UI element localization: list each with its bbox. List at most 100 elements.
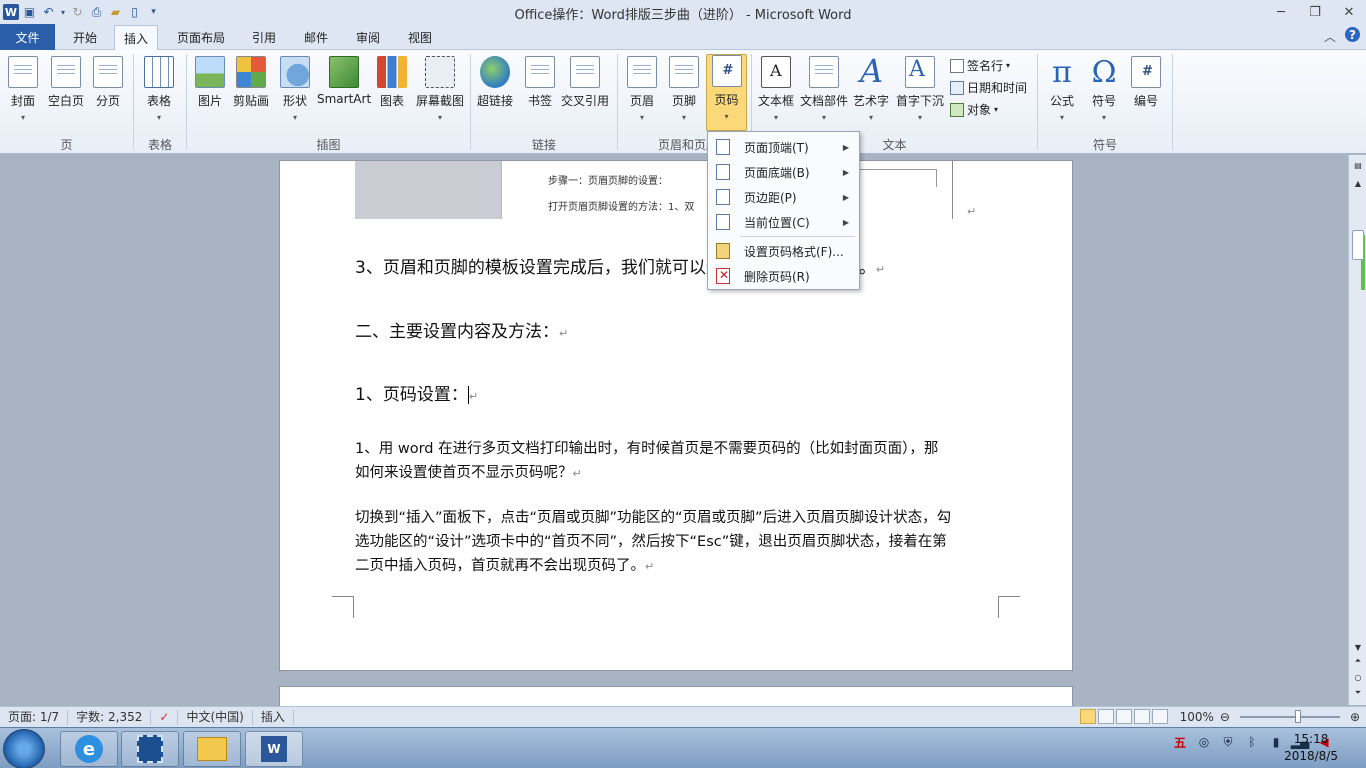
vertical-scrollbar[interactable]: ▤ ▲ ▼ ⏶ ○ ⏷	[1348, 155, 1366, 705]
save-icon[interactable]: ▣	[21, 4, 38, 21]
tab-review[interactable]: 审阅	[346, 25, 390, 50]
customize-qat-icon[interactable]: ▾	[145, 4, 162, 21]
menu-item-top-of-page[interactable]: 页面顶端(T) ▶	[710, 135, 857, 159]
spelling-check-icon[interactable]: ✓	[151, 709, 179, 725]
tab-references[interactable]: 引用	[242, 25, 286, 50]
tab-file[interactable]: 文件	[0, 24, 55, 50]
status-language[interactable]: 中文(中国)	[178, 709, 253, 725]
embedded-text-method: 打开页眉页脚设置的方法：1、双	[548, 202, 695, 213]
zoom-level[interactable]: 100%	[1180, 710, 1214, 724]
undo-icon[interactable]: ↶	[40, 4, 57, 21]
paragraph-instructions[interactable]: 切换到“插入”面板下，点击“页眉或页脚”功能区的“页眉或页脚”后进入页眉页脚设计…	[355, 506, 951, 579]
draft-view-icon[interactable]	[1151, 709, 1168, 724]
system-clock[interactable]: 15:18 2018/8/5	[1284, 731, 1338, 765]
undo-dropdown-icon[interactable]: ▾	[59, 4, 67, 21]
signature-line-button[interactable]: 签名行 ▾	[950, 57, 1010, 74]
tab-view[interactable]: 视图	[398, 25, 442, 50]
ruler-toggle-icon[interactable]: ▤	[1352, 159, 1364, 171]
wordart-button[interactable]: 艺术字▾	[853, 52, 889, 122]
textbox-button[interactable]: 文本框▾	[758, 56, 794, 122]
smartart-button[interactable]: SmartArt	[317, 56, 371, 106]
document-page-2[interactable]	[279, 686, 1073, 706]
print-icon[interactable]: ⎙	[88, 4, 105, 21]
menu-item-current-position[interactable]: 当前位置(C) ▶	[710, 210, 857, 234]
status-page-count[interactable]: 页面: 1/7	[0, 709, 69, 725]
security-shield-icon[interactable]: ⛨	[1220, 734, 1236, 750]
media-player-icon[interactable]	[121, 731, 179, 767]
cross-reference-button[interactable]: 交叉引用	[561, 56, 609, 109]
chevron-down-icon: ▾	[639, 113, 644, 122]
new-document-icon[interactable]: ▯	[126, 4, 143, 21]
zoom-in-icon[interactable]: ⊕	[1350, 710, 1360, 724]
date-time-button[interactable]: 日期和时间	[950, 79, 1027, 96]
print-layout-view-icon[interactable]	[1079, 709, 1096, 724]
status-word-count[interactable]: 字数: 2,352	[68, 709, 152, 725]
object-button[interactable]: 对象 ▾	[950, 101, 998, 118]
scroll-thumb[interactable]	[1352, 230, 1364, 260]
chevron-down-icon: ▾	[292, 113, 297, 122]
page-number-button[interactable]: 页码▾	[706, 54, 747, 131]
symbol-button[interactable]: Ω 符号 ▾	[1089, 55, 1119, 123]
clipart-button[interactable]: 剪贴画	[233, 56, 269, 109]
document-page[interactable]: 步骤一：页眉页脚的设置： 打开页眉页脚设置的方法：1、双 ↵ 3、页眉和页脚的模…	[279, 160, 1073, 671]
browse-object-icon[interactable]: ○	[1352, 671, 1364, 683]
equation-button[interactable]: π 公式 ▾	[1047, 55, 1077, 123]
heading-main-settings[interactable]: 二、主要设置内容及方法：↵	[355, 317, 568, 342]
chart-button[interactable]: 图表	[377, 56, 407, 109]
number-button[interactable]: 编号	[1131, 56, 1161, 109]
menu-item-bottom-of-page[interactable]: 页面底端(B) ▶	[710, 160, 857, 184]
zoom-slider-knob[interactable]	[1294, 709, 1301, 723]
cover-page-button[interactable]: 封面 ▾	[8, 56, 38, 122]
screenshot-button[interactable]: 屏幕截图 ▾	[416, 56, 464, 122]
menu-item-remove-page-numbers[interactable]: 删除页码(R)	[710, 264, 857, 288]
start-button-icon[interactable]	[3, 729, 45, 768]
bluetooth-icon[interactable]: ᛒ	[1244, 734, 1260, 750]
hyperlink-button[interactable]: 超链接	[477, 56, 513, 109]
next-page-icon[interactable]: ⏷	[1352, 687, 1364, 699]
scroll-up-icon[interactable]: ▲	[1352, 177, 1364, 189]
minimize-ribbon-icon[interactable]: ︿	[1321, 27, 1339, 45]
full-screen-reading-view-icon[interactable]	[1097, 709, 1114, 724]
status-insert-mode[interactable]: 插入	[253, 709, 294, 725]
tab-page-layout[interactable]: 页面布局	[166, 25, 236, 50]
zoom-out-icon[interactable]: ⊖	[1220, 710, 1230, 724]
header-button[interactable]: 页眉 ▾	[627, 56, 657, 122]
word-taskbar-icon[interactable]: W	[245, 731, 303, 767]
table-button[interactable]: 表格 ▾	[144, 56, 174, 122]
blank-page-button[interactable]: 空白页	[48, 56, 84, 109]
signature-icon	[950, 58, 964, 73]
menu-item-format-page-numbers[interactable]: 设置页码格式(F)...	[710, 239, 857, 263]
picture-button[interactable]: 图片	[195, 56, 225, 109]
restore-icon[interactable]: ❐	[1298, 0, 1332, 24]
device-icon[interactable]: ▮	[1268, 734, 1284, 750]
tab-insert[interactable]: 插入	[114, 25, 158, 51]
bookmark-button[interactable]: 书签	[525, 56, 555, 109]
drop-cap-button[interactable]: 首字下沉▾	[896, 56, 944, 122]
network-status-icon[interactable]: ◎	[1196, 734, 1212, 750]
tab-home[interactable]: 开始	[60, 25, 110, 50]
footer-button[interactable]: 页脚 ▾	[669, 56, 699, 122]
minimize-icon[interactable]: ─	[1264, 0, 1298, 24]
input-method-icon[interactable]: 五	[1172, 734, 1188, 750]
paragraph-question[interactable]: 1、用 word 在进行多页文档打印输出时，有时候首页是不需要页码的（比如封面页…	[355, 437, 938, 486]
close-icon[interactable]: ✕	[1332, 0, 1366, 24]
file-explorer-icon[interactable]	[183, 731, 241, 767]
page-break-button[interactable]: 分页	[93, 56, 123, 109]
shapes-button[interactable]: 形状 ▾	[280, 56, 310, 122]
help-icon[interactable]: ?	[1345, 27, 1360, 42]
internet-explorer-icon[interactable]: e	[60, 731, 118, 767]
web-layout-view-icon[interactable]	[1115, 709, 1132, 724]
previous-page-icon[interactable]: ⏶	[1352, 655, 1364, 667]
word-app-icon[interactable]: W	[3, 4, 19, 20]
menu-item-page-margins[interactable]: 页边距(P) ▶	[710, 185, 857, 209]
scroll-down-icon[interactable]: ▼	[1352, 641, 1364, 653]
header-icon	[627, 56, 657, 88]
zoom-slider[interactable]	[1239, 709, 1340, 723]
tab-mailings[interactable]: 邮件	[294, 25, 338, 50]
open-folder-icon[interactable]: ▰	[107, 4, 124, 21]
outline-view-icon[interactable]	[1133, 709, 1150, 724]
paragraph-mark: ↵	[967, 205, 977, 218]
quick-parts-button[interactable]: 文档部件 ▾	[800, 56, 848, 122]
heading-page-number-settings[interactable]: 1、页码设置：↵	[355, 380, 478, 405]
redo-icon[interactable]: ↻	[69, 4, 86, 21]
